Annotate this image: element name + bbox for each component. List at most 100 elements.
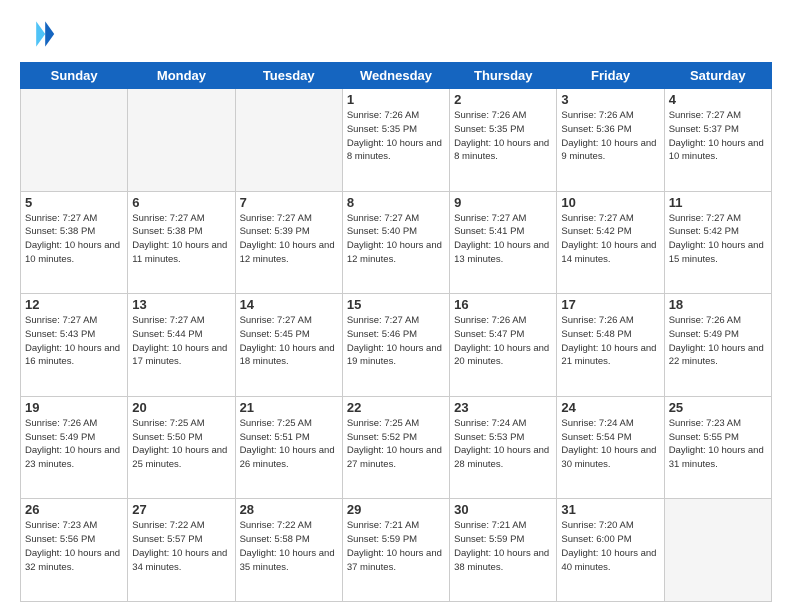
day-number: 4 [669,92,767,107]
day-cell: 26Sunrise: 7:23 AM Sunset: 5:56 PM Dayli… [21,499,128,602]
day-cell: 8 Sunrise: 7:27 AM Sunset: 5:40 PM Daylig… [342,191,449,294]
day-number: 9 [454,195,552,210]
weekday-header-monday: Monday [128,63,235,89]
day-detail: Sunrise: 7:27 AM Sunset: 5:43 PM Dayligh… [25,314,123,369]
day-cell: 4 Sunrise: 7:27 AM Sunset: 5:37 PM Daylig… [664,89,771,192]
day-number: 25 [669,400,767,415]
weekday-header-thursday: Thursday [450,63,557,89]
day-cell: 5 Sunrise: 7:27 AM Sunset: 5:38 PM Daylig… [21,191,128,294]
logo [20,16,60,52]
header [20,16,772,52]
day-detail: Sunrise: 7:26 AM Sunset: 5:47 PM Dayligh… [454,314,552,369]
day-number: 7 [240,195,338,210]
day-detail: Sunrise: 7:27 AM Sunset: 5:46 PM Dayligh… [347,314,445,369]
day-number: 3 [561,92,659,107]
day-number: 1 [347,92,445,107]
day-cell: 21 Sunrise: 7:25 AM Sunset: 5:51 PM Dayli… [235,396,342,499]
day-cell: 6Sunrise: 7:27 AM Sunset: 5:38 PM Daylig… [128,191,235,294]
weekday-header-sunday: Sunday [21,63,128,89]
calendar: SundayMondayTuesdayWednesdayThursdayFrid… [20,62,772,602]
day-number: 11 [669,195,767,210]
day-cell: 25 Sunrise: 7:23 AM Sunset: 5:55 PM Dayli… [664,396,771,499]
day-number: 24 [561,400,659,415]
day-cell: 15 Sunrise: 7:27 AM Sunset: 5:46 PM Dayli… [342,294,449,397]
weekday-header-saturday: Saturday [664,63,771,89]
day-cell: 28Sunrise: 7:22 AM Sunset: 5:58 PM Dayli… [235,499,342,602]
day-cell: 3 Sunrise: 7:26 AM Sunset: 5:36 PM Daylig… [557,89,664,192]
day-cell: 2 Sunrise: 7:26 AM Sunset: 5:35 PM Daylig… [450,89,557,192]
day-number: 23 [454,400,552,415]
day-number: 8 [347,195,445,210]
day-number: 22 [347,400,445,415]
day-detail: Sunrise: 7:26 AM Sunset: 5:36 PM Dayligh… [561,109,659,164]
day-number: 12 [25,297,123,312]
day-number: 29 [347,502,445,517]
day-cell: 20 Sunrise: 7:25 AM Sunset: 5:50 PM Dayli… [128,396,235,499]
day-detail: Sunrise: 7:25 AM Sunset: 5:51 PM Dayligh… [240,417,338,472]
day-cell [128,89,235,192]
day-cell: 1 Sunrise: 7:26 AM Sunset: 5:35 PM Daylig… [342,89,449,192]
day-cell: 16 Sunrise: 7:26 AM Sunset: 5:47 PM Dayli… [450,294,557,397]
day-detail: Sunrise: 7:26 AM Sunset: 5:49 PM Dayligh… [669,314,767,369]
day-number: 19 [25,400,123,415]
weekday-header-tuesday: Tuesday [235,63,342,89]
day-cell: 24Sunrise: 7:24 AM Sunset: 5:54 PM Dayli… [557,396,664,499]
day-cell: 12 Sunrise: 7:27 AM Sunset: 5:43 PM Dayli… [21,294,128,397]
day-cell [21,89,128,192]
weekday-header-row: SundayMondayTuesdayWednesdayThursdayFrid… [21,63,772,89]
day-detail: Sunrise: 7:27 AM Sunset: 5:40 PM Dayligh… [347,212,445,267]
day-number: 28 [240,502,338,517]
day-detail: Sunrise: 7:25 AM Sunset: 5:50 PM Dayligh… [132,417,230,472]
weekday-header-wednesday: Wednesday [342,63,449,89]
day-cell: 22 Sunrise: 7:25 AM Sunset: 5:52 PM Dayli… [342,396,449,499]
day-cell [235,89,342,192]
day-number: 20 [132,400,230,415]
day-detail: Sunrise: 7:26 AM Sunset: 5:48 PM Dayligh… [561,314,659,369]
day-detail: Sunrise: 7:26 AM Sunset: 5:35 PM Dayligh… [454,109,552,164]
day-number: 13 [132,297,230,312]
day-detail: Sunrise: 7:27 AM Sunset: 5:38 PM Dayligh… [25,212,123,267]
week-row-3: 12 Sunrise: 7:27 AM Sunset: 5:43 PM Dayli… [21,294,772,397]
day-detail: Sunrise: 7:22 AM Sunset: 5:57 PM Dayligh… [132,519,230,574]
day-number: 2 [454,92,552,107]
logo-icon [20,16,56,52]
day-cell: 30Sunrise: 7:21 AM Sunset: 5:59 PM Dayli… [450,499,557,602]
day-detail: Sunrise: 7:27 AM Sunset: 5:42 PM Dayligh… [669,212,767,267]
day-cell: 17 Sunrise: 7:26 AM Sunset: 5:48 PM Dayli… [557,294,664,397]
day-detail: Sunrise: 7:21 AM Sunset: 5:59 PM Dayligh… [347,519,445,574]
day-number: 21 [240,400,338,415]
week-row-2: 5 Sunrise: 7:27 AM Sunset: 5:38 PM Daylig… [21,191,772,294]
day-cell: 23 Sunrise: 7:24 AM Sunset: 5:53 PM Dayli… [450,396,557,499]
day-number: 15 [347,297,445,312]
day-number: 27 [132,502,230,517]
day-number: 5 [25,195,123,210]
day-cell: 13Sunrise: 7:27 AM Sunset: 5:44 PM Dayli… [128,294,235,397]
day-number: 16 [454,297,552,312]
day-cell: 27 Sunrise: 7:22 AM Sunset: 5:57 PM Dayli… [128,499,235,602]
day-number: 30 [454,502,552,517]
day-number: 10 [561,195,659,210]
day-cell [664,499,771,602]
day-detail: Sunrise: 7:24 AM Sunset: 5:53 PM Dayligh… [454,417,552,472]
day-detail: Sunrise: 7:23 AM Sunset: 5:56 PM Dayligh… [25,519,123,574]
day-cell: 14 Sunrise: 7:27 AM Sunset: 5:45 PM Dayli… [235,294,342,397]
day-cell: 11 Sunrise: 7:27 AM Sunset: 5:42 PM Dayli… [664,191,771,294]
day-detail: Sunrise: 7:27 AM Sunset: 5:45 PM Dayligh… [240,314,338,369]
day-detail: Sunrise: 7:27 AM Sunset: 5:37 PM Dayligh… [669,109,767,164]
day-cell: 9 Sunrise: 7:27 AM Sunset: 5:41 PM Daylig… [450,191,557,294]
day-detail: Sunrise: 7:26 AM Sunset: 5:35 PM Dayligh… [347,109,445,164]
day-detail: Sunrise: 7:27 AM Sunset: 5:38 PM Dayligh… [132,212,230,267]
day-cell: 7 Sunrise: 7:27 AM Sunset: 5:39 PM Daylig… [235,191,342,294]
day-number: 17 [561,297,659,312]
day-cell: 19 Sunrise: 7:26 AM Sunset: 5:49 PM Dayli… [21,396,128,499]
day-cell: 29 Sunrise: 7:21 AM Sunset: 5:59 PM Dayli… [342,499,449,602]
day-detail: Sunrise: 7:27 AM Sunset: 5:41 PM Dayligh… [454,212,552,267]
day-number: 14 [240,297,338,312]
week-row-5: 26Sunrise: 7:23 AM Sunset: 5:56 PM Dayli… [21,499,772,602]
weekday-header-friday: Friday [557,63,664,89]
day-detail: Sunrise: 7:25 AM Sunset: 5:52 PM Dayligh… [347,417,445,472]
day-detail: Sunrise: 7:27 AM Sunset: 5:39 PM Dayligh… [240,212,338,267]
day-detail: Sunrise: 7:23 AM Sunset: 5:55 PM Dayligh… [669,417,767,472]
day-number: 18 [669,297,767,312]
day-detail: Sunrise: 7:26 AM Sunset: 5:49 PM Dayligh… [25,417,123,472]
